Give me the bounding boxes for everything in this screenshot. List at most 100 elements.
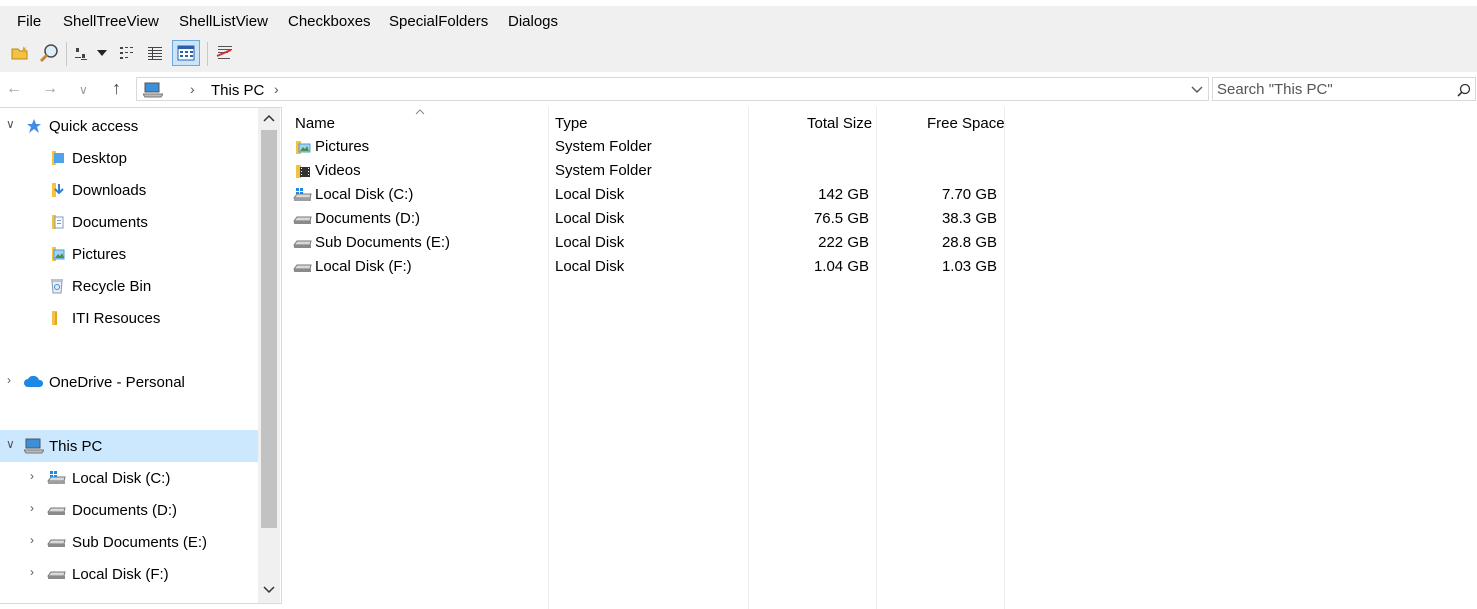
scrollbar-thumb[interactable] bbox=[261, 130, 277, 528]
tree-item-desktop[interactable]: Desktop bbox=[0, 142, 258, 174]
windows-drive-icon bbox=[47, 471, 66, 484]
cell-type: Local Disk bbox=[555, 258, 625, 275]
drive-icon bbox=[47, 571, 66, 579]
address-row: ← → ∨ ↑ › This PC › Search "This PC" bbox=[0, 72, 1477, 106]
chevron-right-icon[interactable]: › bbox=[7, 374, 17, 386]
open-folder-icon[interactable] bbox=[7, 40, 33, 66]
tree-item-label: Desktop bbox=[72, 150, 128, 167]
cell-name: Local Disk (F:) bbox=[315, 258, 412, 275]
view-dropdown-icon[interactable] bbox=[93, 40, 111, 66]
report-view-icon[interactable] bbox=[172, 40, 200, 66]
tree-item-label: This PC bbox=[49, 438, 103, 455]
tree-item-this-pc[interactable]: ∨ This PC bbox=[0, 430, 258, 462]
search-icon[interactable] bbox=[1457, 83, 1471, 97]
recycle-bin-icon bbox=[51, 279, 63, 294]
list-row-videos[interactable]: Videos System Folder bbox=[288, 159, 1008, 183]
cell-total-size: 76.5 GB bbox=[813, 210, 869, 227]
tree-item-label: Documents (D:) bbox=[72, 502, 178, 519]
up-arrow-icon[interactable]: ↑ bbox=[112, 78, 121, 99]
column-header-free-space[interactable]: Free Space bbox=[927, 115, 1005, 132]
cell-name: Local Disk (C:) bbox=[315, 186, 414, 203]
tree-item-iti-resouces[interactable]: ITI Resouces bbox=[0, 302, 258, 334]
cell-type: Local Disk bbox=[555, 234, 625, 251]
navigation-tree[interactable]: ∨ Quick access Desktop Downloads Documen… bbox=[0, 107, 282, 604]
cell-name: Videos bbox=[315, 162, 361, 179]
tree-scrollbar[interactable] bbox=[258, 108, 280, 603]
pictures-folder-icon bbox=[296, 141, 311, 154]
search-input[interactable]: Search "This PC" bbox=[1212, 77, 1476, 101]
tree-item-local-disk-f[interactable]: › Local Disk (F:) bbox=[0, 558, 258, 590]
desktop-folder-icon bbox=[52, 151, 64, 165]
list-row-documents-d[interactable]: Documents (D:) Local Disk 76.5 GB 38.3 G… bbox=[288, 207, 1008, 231]
tree-item-pictures[interactable]: Pictures bbox=[0, 238, 258, 270]
scroll-up-icon[interactable] bbox=[263, 114, 275, 122]
toolbar-separator bbox=[66, 42, 67, 66]
menu-checkboxes[interactable]: Checkboxes bbox=[288, 13, 371, 30]
folder-icon bbox=[52, 311, 57, 325]
column-header-total-size[interactable]: Total Size bbox=[807, 115, 872, 132]
file-list[interactable]: Name Type Total Size Free Space Pictures… bbox=[288, 107, 1477, 609]
menu-file[interactable]: File bbox=[17, 13, 41, 30]
list-row-local-disk-c[interactable]: Local Disk (C:) Local Disk 142 GB 7.70 G… bbox=[288, 183, 1008, 207]
properties-icon[interactable] bbox=[212, 40, 238, 66]
scroll-down-icon[interactable] bbox=[263, 586, 275, 594]
list-row-sub-documents-e[interactable]: Sub Documents (E:) Local Disk 222 GB 28.… bbox=[288, 231, 1008, 255]
cell-free-space: 7.70 GB bbox=[941, 186, 997, 203]
windows-drive-icon bbox=[293, 188, 312, 201]
menu-dialogs[interactable]: Dialogs bbox=[508, 13, 558, 30]
chevron-down-icon[interactable]: ∨ bbox=[6, 438, 16, 450]
cell-type: System Folder bbox=[555, 162, 652, 179]
cell-name: Documents (D:) bbox=[315, 210, 421, 227]
breadcrumb-chevron-icon: › bbox=[190, 81, 195, 97]
cell-type: Local Disk bbox=[555, 210, 625, 227]
tree-item-recycle-bin[interactable]: Recycle Bin bbox=[0, 270, 258, 302]
address-bar[interactable]: › This PC › bbox=[136, 77, 1209, 101]
tree-item-label: Local Disk (F:) bbox=[72, 566, 169, 583]
chevron-down-icon[interactable]: ∨ bbox=[6, 118, 16, 130]
cell-name: Pictures bbox=[315, 138, 370, 155]
address-dropdown-icon[interactable] bbox=[1191, 86, 1203, 94]
tree-item-label: Recycle Bin bbox=[72, 278, 152, 295]
tree-item-label: Local Disk (C:) bbox=[72, 470, 171, 487]
tree-item-onedrive[interactable]: › OneDrive - Personal bbox=[0, 366, 258, 398]
column-header-name[interactable]: Name bbox=[295, 115, 335, 132]
list-row-local-disk-f[interactable]: Local Disk (F:) Local Disk 1.04 GB 1.03 … bbox=[288, 255, 1008, 279]
column-header-type[interactable]: Type bbox=[555, 115, 588, 132]
tree-item-documents[interactable]: Documents bbox=[0, 206, 258, 238]
toolbar-separator bbox=[207, 42, 208, 66]
recent-dropdown-icon[interactable]: ∨ bbox=[79, 83, 88, 97]
find-icon[interactable] bbox=[36, 40, 62, 66]
chevron-right-icon[interactable]: › bbox=[30, 470, 40, 482]
pictures-folder-icon bbox=[52, 247, 65, 261]
chevron-right-icon[interactable]: › bbox=[30, 534, 40, 546]
tree-item-label: Pictures bbox=[72, 246, 127, 263]
list-row-pictures[interactable]: Pictures System Folder bbox=[288, 135, 1008, 159]
cell-total-size: 1.04 GB bbox=[813, 258, 869, 275]
tree-item-label: ITI Resouces bbox=[72, 310, 161, 327]
downloads-folder-icon bbox=[52, 183, 64, 197]
computer-icon bbox=[143, 82, 163, 98]
tree-item-sub-documents-e[interactable]: › Sub Documents (E:) bbox=[0, 526, 258, 558]
tree-item-label: Sub Documents (E:) bbox=[72, 534, 208, 551]
menu-shelllistview[interactable]: ShellListView bbox=[179, 13, 268, 30]
menu-bar: File ShellTreeView ShellListView Checkbo… bbox=[0, 6, 1477, 36]
tree-item-label: OneDrive - Personal bbox=[49, 374, 185, 391]
star-icon bbox=[27, 119, 41, 133]
cell-free-space: 1.03 GB bbox=[941, 258, 997, 275]
tree-item-documents-d[interactable]: › Documents (D:) bbox=[0, 494, 258, 526]
tree-item-quick-access[interactable]: ∨ Quick access bbox=[0, 110, 258, 142]
tree-item-downloads[interactable]: Downloads bbox=[0, 174, 258, 206]
menu-specialfolders[interactable]: SpecialFolders bbox=[389, 13, 488, 30]
details-view-icon[interactable] bbox=[142, 40, 168, 66]
chevron-right-icon[interactable]: › bbox=[30, 566, 40, 578]
cell-type: Local Disk bbox=[555, 186, 625, 203]
back-arrow-icon[interactable]: ← bbox=[6, 80, 22, 98]
menu-shelltreeview[interactable]: ShellTreeView bbox=[63, 13, 159, 30]
chevron-right-icon[interactable]: › bbox=[30, 502, 40, 514]
forward-arrow-icon[interactable]: → bbox=[42, 80, 58, 98]
breadcrumb-chevron-icon[interactable]: › bbox=[274, 81, 279, 97]
tree-item-local-disk-c[interactable]: › Local Disk (C:) bbox=[0, 462, 258, 494]
computer-icon bbox=[24, 438, 44, 454]
breadcrumb-location[interactable]: This PC bbox=[211, 82, 264, 99]
list-view-icon[interactable] bbox=[114, 40, 140, 66]
